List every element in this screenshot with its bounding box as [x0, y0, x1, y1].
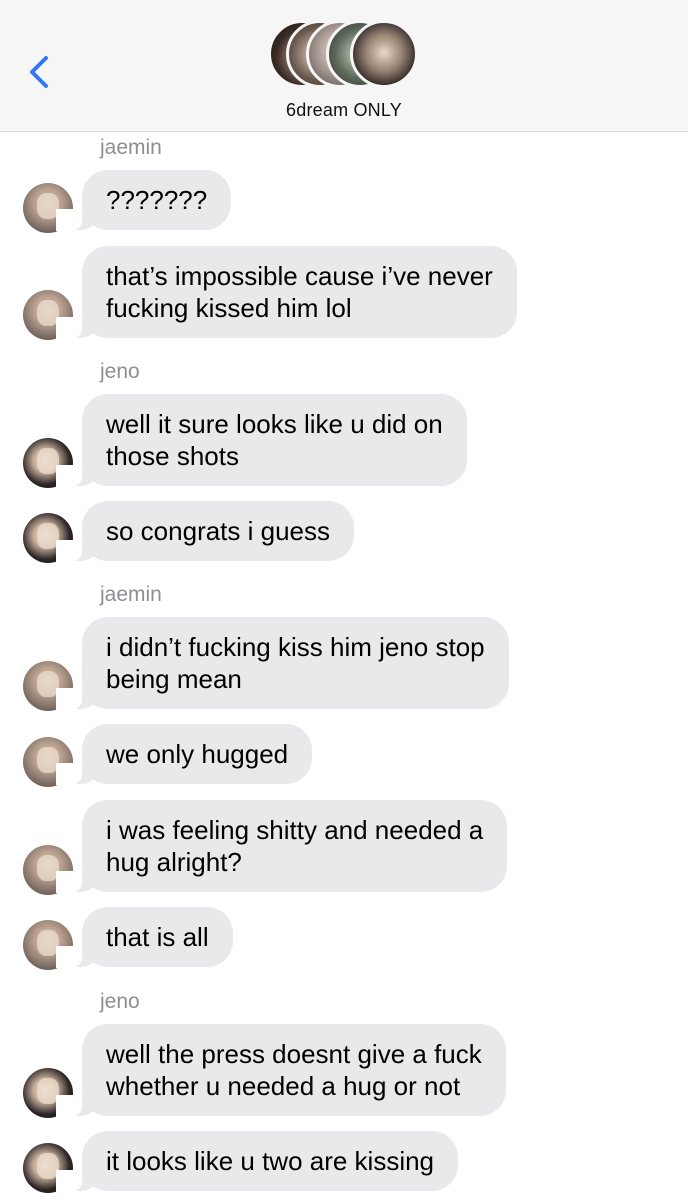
message-bubble[interactable]: i didn’t fucking kiss him jeno stop bein…	[56, 617, 509, 710]
back-button[interactable]	[22, 52, 56, 92]
message-bubble[interactable]: it looks like u two are kissing	[55, 1131, 459, 1192]
message-bubble[interactable]: well it sure looks like u did on those s…	[56, 394, 467, 487]
message-bubble[interactable]: i was feeling shitty and needed a hug al…	[55, 800, 508, 893]
chat-header: 6dream ONLY	[0, 0, 688, 132]
avatar	[350, 20, 418, 88]
message-bubble[interactable]: that’s impossible cause i’ve never fucki…	[56, 246, 517, 339]
chevron-left-icon	[30, 56, 48, 88]
group-name[interactable]: 6dream ONLY	[0, 100, 688, 121]
message-bubble[interactable]: so congrats i guess	[55, 501, 355, 562]
sender-label: jeno	[100, 990, 140, 1013]
sender-label: jeno	[100, 360, 140, 383]
sender-label: jaemin	[100, 583, 162, 606]
message-bubble[interactable]: that is all	[56, 907, 233, 968]
group-avatar-stack[interactable]	[268, 20, 420, 90]
message-bubble[interactable]: well the press doesnt give a fuck whethe…	[56, 1024, 506, 1117]
sender-label: jaemin	[100, 136, 162, 159]
message-bubble[interactable]: ???????	[55, 170, 232, 231]
message-bubble[interactable]: we only hugged	[55, 724, 313, 785]
